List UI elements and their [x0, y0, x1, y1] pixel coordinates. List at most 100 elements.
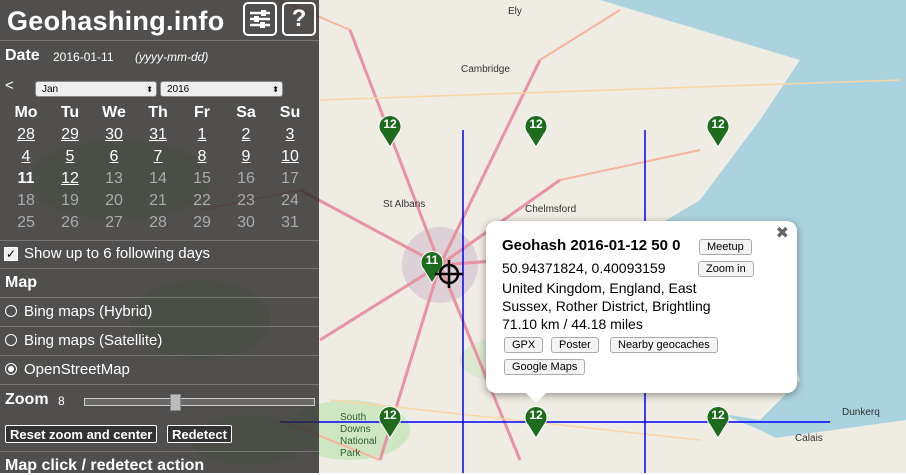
- zoom-slider[interactable]: [84, 394, 315, 411]
- popup-location-line1: United Kingdom, England, East: [502, 280, 697, 296]
- calendar-day[interactable]: 29: [48, 124, 92, 146]
- zoom-in-button[interactable]: Zoom in: [698, 261, 754, 277]
- calendar-day: 31: [281, 214, 299, 231]
- geohash-marker-ne[interactable]: 12: [706, 112, 730, 148]
- weekday-header: We: [102, 104, 126, 121]
- calendar: Mo Tu We Th Fr Sa Su 28 29 30 31 1 2 3 4 5 6 7 8 9 10 11 12 13…: [4, 102, 316, 234]
- weekday-header: Th: [148, 104, 168, 121]
- control-panel: Geohashing.info ? Date 2016-01-11 (yyyy-…: [0, 0, 319, 474]
- date-label: Date: [5, 47, 40, 64]
- map-label-chelmsford: Chelmsford: [525, 204, 577, 215]
- weekday-header: Tu: [60, 104, 80, 121]
- geohash-popup: ✖ Geohash 2016-01-12 50 0 Meetup 50.9437…: [486, 221, 797, 403]
- calendar-day: 18: [17, 192, 35, 209]
- month-select[interactable]: Jan ⬍: [35, 81, 157, 97]
- map-label-ely: Ely: [508, 6, 522, 17]
- following-days-checkbox[interactable]: ✓: [4, 247, 18, 261]
- gpx-button[interactable]: GPX: [504, 337, 544, 353]
- divider: [0, 451, 319, 452]
- prev-month-button[interactable]: <: [5, 77, 14, 94]
- month-selected-value: Jan: [42, 84, 59, 95]
- radio-bing-hybrid[interactable]: [5, 305, 17, 317]
- calendar-day: 25: [17, 214, 35, 231]
- geohash-marker-s[interactable]: 12: [524, 403, 548, 439]
- divider: [0, 268, 319, 269]
- year-select[interactable]: 2016 ⬍: [160, 81, 283, 97]
- nearby-geocaches-button[interactable]: Nearby geocaches: [610, 337, 718, 353]
- crosshair-icon: [435, 260, 463, 288]
- divider: [0, 297, 319, 298]
- calendar-day: 15: [193, 170, 211, 187]
- calendar-day[interactable]: 31: [136, 124, 180, 146]
- date-format-hint: (yyyy-mm-dd): [135, 50, 209, 64]
- weekday-header: Mo: [14, 104, 38, 121]
- geohash-marker-n[interactable]: 12: [524, 112, 548, 148]
- calendar-day[interactable]: 28: [4, 124, 48, 146]
- zoom-label: Zoom: [5, 391, 49, 408]
- radio-bing-satellite[interactable]: [5, 334, 17, 346]
- help-button[interactable]: ?: [282, 2, 316, 36]
- calendar-day[interactable]: 6: [92, 146, 136, 168]
- calendar-week: 25 26 27 28 29 30 31: [4, 212, 316, 234]
- reset-zoom-button[interactable]: Reset zoom and center: [5, 425, 158, 443]
- geohash-marker-sw[interactable]: 12: [378, 403, 402, 439]
- divider: [0, 326, 319, 327]
- click-action-label: Map click / redetect action: [5, 457, 205, 474]
- app-title: Geohashing.info: [7, 6, 225, 36]
- sliders-icon: [250, 10, 270, 28]
- calendar-day[interactable]: 9: [224, 146, 268, 168]
- calendar-day: 20: [105, 192, 123, 209]
- map-label-calais: Calais: [795, 433, 823, 444]
- calendar-day[interactable]: 30: [92, 124, 136, 146]
- calendar-week: 28 29 30 31 1 2 3: [4, 124, 316, 146]
- popup-location-line2: Sussex, Rother District, Brightling: [502, 298, 711, 314]
- radio-openstreetmap[interactable]: [5, 363, 17, 375]
- divider: [0, 355, 319, 356]
- calendar-week: 4 5 6 7 8 9 10: [4, 146, 316, 168]
- calendar-day[interactable]: 11: [4, 168, 48, 190]
- calendar-week: 18 19 20 21 22 23 24: [4, 190, 316, 212]
- calendar-day[interactable]: 8: [180, 146, 224, 168]
- geohash-marker-nw[interactable]: 12: [378, 112, 402, 148]
- zoom-value: 8: [58, 394, 65, 408]
- map-option-bing-satellite[interactable]: Bing maps (Satellite): [24, 332, 162, 349]
- calendar-day[interactable]: 5: [48, 146, 92, 168]
- calendar-day[interactable]: 1: [180, 124, 224, 146]
- following-days-label: Show up to 6 following days: [24, 245, 210, 262]
- map-section-label: Map: [5, 274, 37, 291]
- calendar-day: 19: [61, 192, 79, 209]
- map-option-openstreetmap[interactable]: OpenStreetMap: [24, 361, 130, 378]
- marker-label: 12: [529, 117, 543, 131]
- calendar-day[interactable]: 7: [136, 146, 180, 168]
- calendar-day: 27: [105, 214, 123, 231]
- map-label-dunkerque: Dunkerq: [842, 407, 880, 418]
- calendar-day[interactable]: 10: [268, 146, 312, 168]
- redetect-button[interactable]: Redetect: [167, 425, 232, 443]
- meetup-button[interactable]: Meetup: [699, 239, 752, 255]
- calendar-day: 23: [237, 192, 255, 209]
- map-label-south-downs: South Downs National Park: [340, 412, 377, 459]
- weekday-header: Su: [279, 104, 301, 121]
- calendar-day[interactable]: 4: [4, 146, 48, 168]
- settings-button[interactable]: [243, 2, 277, 36]
- google-maps-button[interactable]: Google Maps: [504, 359, 586, 375]
- popup-tail: [526, 393, 546, 403]
- poster-button[interactable]: Poster: [551, 337, 599, 353]
- calendar-day[interactable]: 2: [224, 124, 268, 146]
- calendar-day[interactable]: 12: [48, 168, 92, 190]
- map-label-cambridge: Cambridge: [461, 64, 510, 75]
- date-value[interactable]: 2016-01-11: [53, 50, 114, 64]
- calendar-day: 13: [105, 170, 123, 187]
- zoom-slider-handle[interactable]: [170, 394, 182, 411]
- calendar-day: 28: [149, 214, 167, 231]
- calendar-day: 16: [237, 170, 255, 187]
- calendar-day[interactable]: 3: [268, 124, 312, 146]
- calendar-week: 11 12 13 14 15 16 17: [4, 168, 316, 190]
- calendar-day: 22: [193, 192, 211, 209]
- map-option-bing-hybrid[interactable]: Bing maps (Hybrid): [24, 303, 152, 320]
- weekday-header: Sa: [236, 104, 256, 121]
- divider: [0, 40, 319, 41]
- popup-title: Geohash 2016-01-12 50 0: [502, 237, 681, 254]
- geohash-marker-se[interactable]: 12: [706, 403, 730, 439]
- close-icon[interactable]: ✖: [776, 223, 789, 243]
